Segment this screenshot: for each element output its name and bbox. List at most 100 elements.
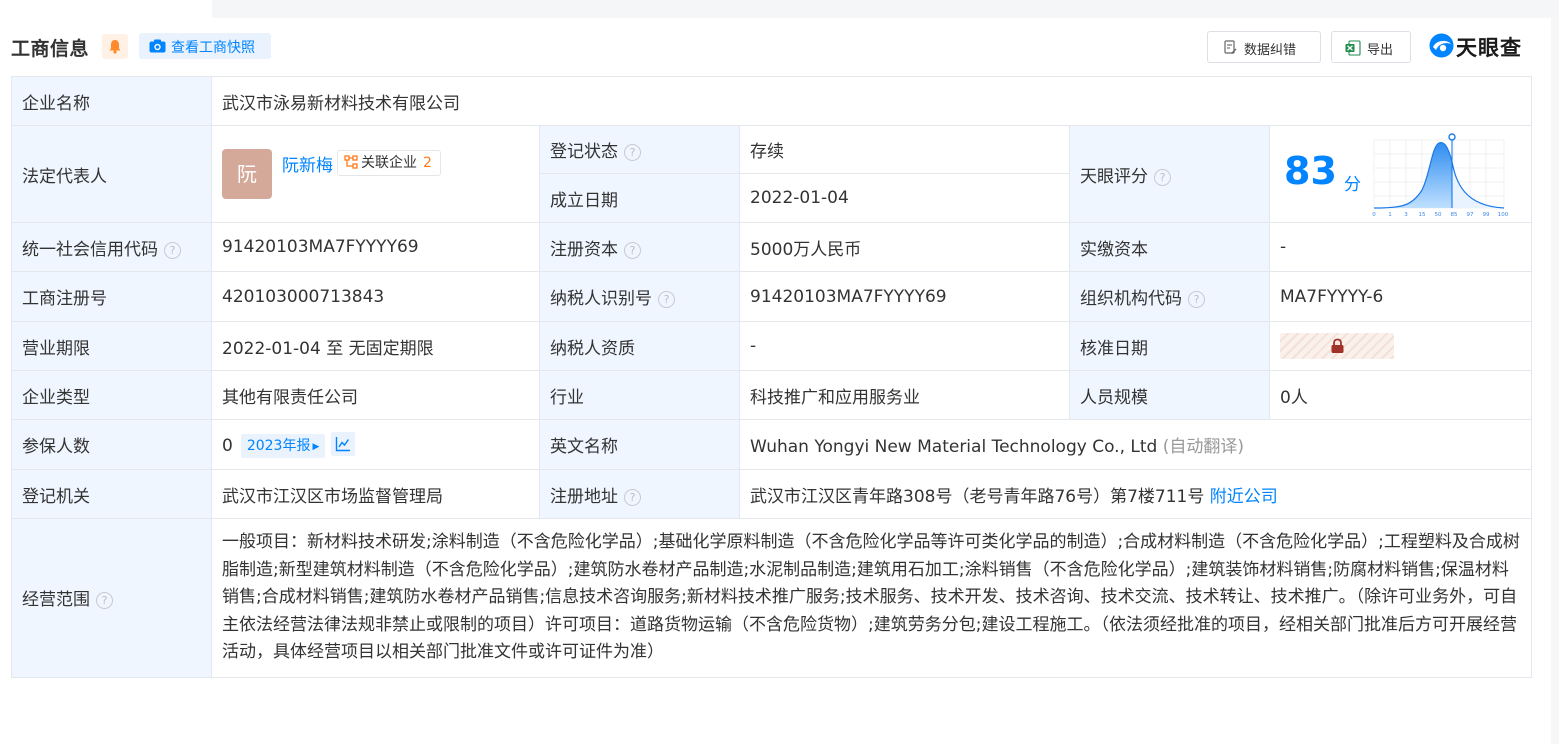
score-tick: 100 bbox=[1498, 212, 1509, 218]
score-distribution-chart: 0 1 3 15 50 85 97 99 100 bbox=[1372, 133, 1509, 218]
lock-icon bbox=[1331, 338, 1344, 353]
help-icon[interactable]: ? bbox=[624, 488, 641, 506]
snapshot-button[interactable]: 查看工商快照 bbox=[139, 33, 271, 59]
help-icon[interactable]: ? bbox=[164, 241, 181, 259]
english-name-cell: Wuhan Yongyi New Material Technology Co.… bbox=[738, 419, 1533, 470]
legal-rep-cell: 阮 阮新梅 关联企业 2 bbox=[211, 125, 540, 223]
help-icon[interactable]: ? bbox=[624, 144, 641, 161]
top-tab-bar bbox=[0, 0, 1559, 18]
english-name-label: 英文名称 bbox=[539, 419, 740, 470]
business-scope: 一般项目：新材料技术研发;涂料制造（不含危险化学品）;基础化学原料制造（不含危险… bbox=[210, 518, 1533, 678]
export-label: 导出 bbox=[1367, 43, 1394, 58]
score-tick: 97 bbox=[1467, 212, 1474, 218]
score-tick: 85 bbox=[1451, 212, 1458, 218]
term-label: 营业期限 bbox=[11, 321, 212, 371]
legal-rep-label: 法定代表人 bbox=[11, 125, 212, 223]
credit-code-label-cell: 统一社会信用代码? bbox=[11, 222, 212, 272]
locked-value[interactable] bbox=[1280, 333, 1394, 359]
related-companies-button[interactable]: 关联企业 2 bbox=[337, 150, 441, 176]
snapshot-label: 查看工商快照 bbox=[171, 40, 255, 56]
trend-chart-button[interactable] bbox=[331, 431, 356, 456]
help-icon[interactable]: ? bbox=[1154, 168, 1171, 186]
camera-icon bbox=[149, 39, 166, 53]
taxpayer-id-label-cell: 纳税人识别号? bbox=[539, 271, 740, 322]
taxpayer-qual-label: 纳税人资质 bbox=[539, 321, 740, 371]
industry-value: 科技推广和应用服务业 bbox=[739, 370, 1070, 420]
paid-capital-label: 实缴资本 bbox=[1069, 222, 1270, 272]
export-button[interactable]: 导出 bbox=[1331, 31, 1411, 63]
reg-no-value: 420103000713843 bbox=[211, 271, 540, 322]
table-row: 统一社会信用代码? 91420103MA7FYYYY69 注册资本? 5000万… bbox=[11, 222, 1533, 272]
taxpayer-qual-value: - bbox=[739, 321, 1070, 371]
found-date-label: 成立日期 bbox=[539, 173, 740, 223]
score-value: 83 bbox=[1284, 149, 1337, 193]
staff-value: 0人 bbox=[1268, 370, 1533, 420]
brand-name: 天眼查 bbox=[1456, 36, 1522, 60]
score-tick: 1 bbox=[1388, 212, 1392, 218]
taxpayer-id-value: 91420103MA7FYYYY69 bbox=[739, 271, 1070, 322]
legal-rep-name-link[interactable]: 阮新梅 bbox=[282, 151, 333, 176]
scrollbar[interactable] bbox=[1551, 18, 1559, 744]
score-label-cell: 天眼评分? bbox=[1069, 125, 1270, 223]
score-tick: 0 bbox=[1372, 212, 1376, 218]
approve-date-label: 核准日期 bbox=[1069, 321, 1270, 371]
active-tab[interactable] bbox=[0, 0, 212, 18]
authority-value: 武汉市江汉区市场监督管理局 bbox=[211, 469, 540, 519]
monitor-button[interactable] bbox=[102, 34, 128, 59]
score-label: 天眼评分 bbox=[1080, 166, 1148, 187]
score-cell[interactable]: 83 分 0 1 3 15 50 85 97 99 100 bbox=[1268, 125, 1533, 223]
table-row: 法定代表人 阮 阮新梅 关联企业 2 登记状态? 存续 天眼评分? 83 分 0… bbox=[11, 125, 1533, 223]
address-cell: 武汉市江汉区青年路308号（老号青年路76号）第7楼711号 附近公司 bbox=[738, 469, 1533, 519]
credit-code-value: 91420103MA7FYYYY69 bbox=[211, 222, 540, 272]
line-chart-icon bbox=[336, 436, 351, 451]
table-row: 营业期限 2022-01-04 至 无固定期限 纳税人资质 - 核准日期 bbox=[11, 321, 1533, 371]
section-title: 工商信息 bbox=[11, 38, 90, 60]
score-tick: 15 bbox=[1419, 212, 1426, 218]
brand-logo: 天眼查 bbox=[1429, 32, 1533, 62]
help-icon[interactable]: ? bbox=[658, 291, 675, 308]
reg-no-label: 工商注册号 bbox=[11, 271, 212, 322]
table-row: 企业类型 其他有限责任公司 行业 科技推广和应用服务业 人员规模 0人 bbox=[11, 370, 1533, 420]
edit-doc-icon bbox=[1224, 40, 1237, 54]
taxpayer-id-label: 纳税人识别号 bbox=[550, 289, 652, 309]
reg-status-label-cell: 登记状态? bbox=[539, 125, 740, 174]
term-value: 2022-01-04 至 无固定期限 bbox=[211, 321, 540, 371]
score-tick: 50 bbox=[1435, 212, 1442, 218]
related-companies-label: 关联企业 bbox=[361, 155, 417, 171]
help-icon[interactable]: ? bbox=[96, 592, 113, 610]
staff-label: 人员规模 bbox=[1069, 370, 1270, 420]
help-icon[interactable]: ? bbox=[1188, 291, 1205, 308]
reg-capital-value: 5000万人民币 bbox=[739, 222, 1070, 272]
help-icon[interactable]: ? bbox=[624, 241, 641, 259]
paid-capital-value: - bbox=[1268, 222, 1533, 272]
type-label: 企业类型 bbox=[11, 370, 212, 420]
insured-label: 参保人数 bbox=[11, 419, 212, 470]
table-row: 登记机关 武汉市江汉区市场监督管理局 注册地址? 武汉市江汉区青年路308号（老… bbox=[11, 469, 1533, 519]
business-info-table: 企业名称 武汉市泳易新材料技术有限公司 法定代表人 阮 阮新梅 关联企业 2 登记… bbox=[11, 76, 1533, 678]
data-correction-button[interactable]: 数据纠错 bbox=[1207, 31, 1321, 63]
approve-date-cell bbox=[1268, 321, 1533, 371]
annual-report-label: 2023年报 bbox=[246, 437, 311, 454]
org-code-value: MA7FYYYY-6 bbox=[1268, 271, 1533, 322]
scope-label: 经营范围 bbox=[22, 590, 90, 611]
scope-label-cell: 经营范围? bbox=[11, 518, 212, 678]
annual-report-button[interactable]: 2023年报 ▶ bbox=[240, 433, 326, 458]
avatar: 阮 bbox=[222, 149, 272, 199]
insured-cell: 0 2023年报 ▶ bbox=[211, 419, 540, 470]
org-code-label-cell: 组织机构代码? bbox=[1069, 271, 1270, 322]
auto-translate-note: (自动翻译) bbox=[1162, 437, 1244, 457]
data-correction-label: 数据纠错 bbox=[1244, 43, 1297, 58]
address-label-cell: 注册地址? bbox=[539, 469, 740, 519]
reg-capital-label-cell: 注册资本? bbox=[539, 222, 740, 272]
caret-right-icon: ▶ bbox=[312, 441, 320, 452]
table-row: 企业名称 武汉市泳易新材料技术有限公司 bbox=[11, 76, 1533, 126]
table-row: 经营范围? 一般项目：新材料技术研发;涂料制造（不含危险化学品）;基础化学原料制… bbox=[11, 518, 1533, 678]
table-row: 参保人数 0 2023年报 ▶ 英文名称 Wuhan Yongyi New Mate… bbox=[11, 419, 1533, 470]
nearby-companies-link[interactable]: 附近公司 bbox=[1210, 487, 1278, 507]
score-tick: 99 bbox=[1483, 212, 1490, 218]
org-code-label: 组织机构代码 bbox=[1080, 289, 1182, 309]
address-value: 武汉市江汉区青年路308号（老号青年路76号）第7楼711号 bbox=[750, 486, 1205, 507]
industry-label: 行业 bbox=[539, 370, 740, 420]
reg-status-value: 存续 bbox=[739, 125, 1070, 174]
score-unit: 分 bbox=[1344, 175, 1361, 195]
